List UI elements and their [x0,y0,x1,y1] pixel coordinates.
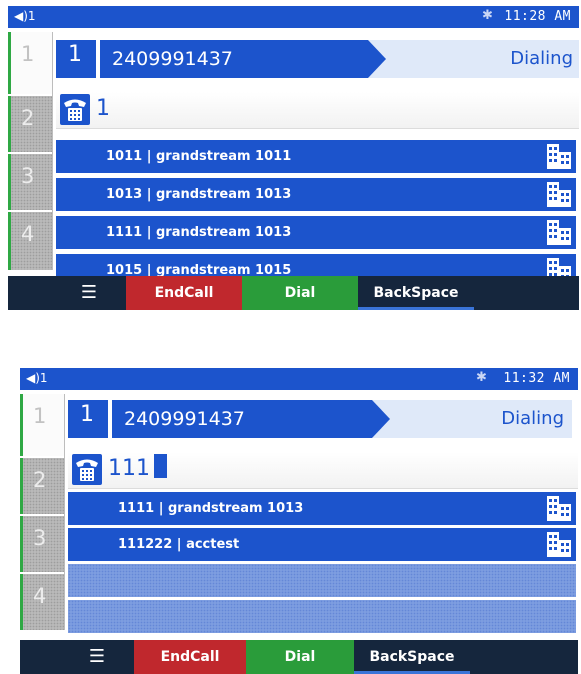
building-contact-icon [546,181,572,221]
line-key-2[interactable]: 2 [8,96,52,152]
search-result-item[interactable]: 1111 | grandstream 1013 [68,492,576,525]
backspace-button[interactable]: BackSpace [354,640,470,674]
empty-result-slot [68,600,576,633]
line-key-4[interactable]: 4 [20,574,64,630]
call-status: Dialing [358,400,572,438]
dialed-number: 2409991437 [112,400,390,438]
bluetooth-icon: ✱ [476,370,487,385]
phone-screen-2: ◀)1 ✱ 11:32 AM 1 2 3 4 Dialing 1 2409991… [20,368,578,674]
result-label: 1111 | grandstream 1013 [118,501,304,516]
dial-button[interactable]: Dial [242,276,358,310]
dial-input-row[interactable]: 1 [56,92,579,129]
dial-input-text: 111 [108,454,167,484]
clock-time: 11:28 AM [504,9,571,24]
volume-icon: ◀)1 [26,371,48,385]
active-call-row[interactable]: Dialing 1 2409991437 [68,400,578,438]
result-label: 1011 | grandstream 1011 [106,149,292,164]
search-result-item[interactable]: 111222 | acctest [68,528,576,561]
line-key-4[interactable]: 4 [8,212,52,270]
call-line-badge: 1 [68,400,108,438]
line-key-1[interactable]: 1 [8,32,52,94]
result-label: 111222 | acctest [118,537,240,552]
line-keys: 1 2 3 4 [20,394,65,630]
text-cursor [154,454,167,478]
volume-icon: ◀)1 [14,9,36,23]
menu-icon[interactable]: ☰ [52,276,126,310]
softkey-bar: ☰ EndCall Dial BackSpace [8,276,579,310]
search-result-item[interactable]: 1013 | grandstream 1013 [56,178,576,211]
active-call-row[interactable]: Dialing 1 2409991437 [56,40,579,78]
result-label: 1013 | grandstream 1013 [106,187,292,202]
line-keys: 1 2 3 4 [8,32,53,270]
search-result-item[interactable]: 1111 | grandstream 1013 [56,216,576,249]
call-line-badge: 1 [56,40,96,78]
phone-screen-1: ◀)1 ✱ 11:28 AM 1 2 3 4 Dialing 1 2409991… [8,6,579,310]
status-bar: ◀)1 ✱ 11:32 AM [20,368,578,390]
search-result-item[interactable]: 1011 | grandstream 1011 [56,140,576,173]
line-key-1[interactable]: 1 [20,394,64,456]
clock-time: 11:32 AM [503,371,570,386]
call-status: Dialing [356,40,579,78]
phone-icon [72,454,102,485]
backspace-button[interactable]: BackSpace [358,276,474,310]
end-call-button[interactable]: EndCall [134,640,246,674]
line-key-3[interactable]: 3 [20,516,64,572]
dialed-number: 2409991437 [100,40,386,78]
bluetooth-icon: ✱ [482,8,493,23]
dial-input-text: 1 [96,96,110,121]
building-contact-icon [546,219,572,259]
status-bar: ◀)1 ✱ 11:28 AM [8,6,579,28]
line-key-3[interactable]: 3 [8,154,52,210]
dial-button[interactable]: Dial [246,640,354,674]
menu-icon[interactable]: ☰ [60,640,134,674]
softkey-bar: ☰ EndCall Dial BackSpace [20,640,578,674]
phone-icon [60,94,90,125]
end-call-button[interactable]: EndCall [126,276,242,310]
line-key-2[interactable]: 2 [20,458,64,514]
empty-result-slot [68,564,576,597]
dial-input-row[interactable]: 111 [68,452,578,489]
result-label: 1111 | grandstream 1013 [106,225,292,240]
building-contact-icon [546,143,572,183]
